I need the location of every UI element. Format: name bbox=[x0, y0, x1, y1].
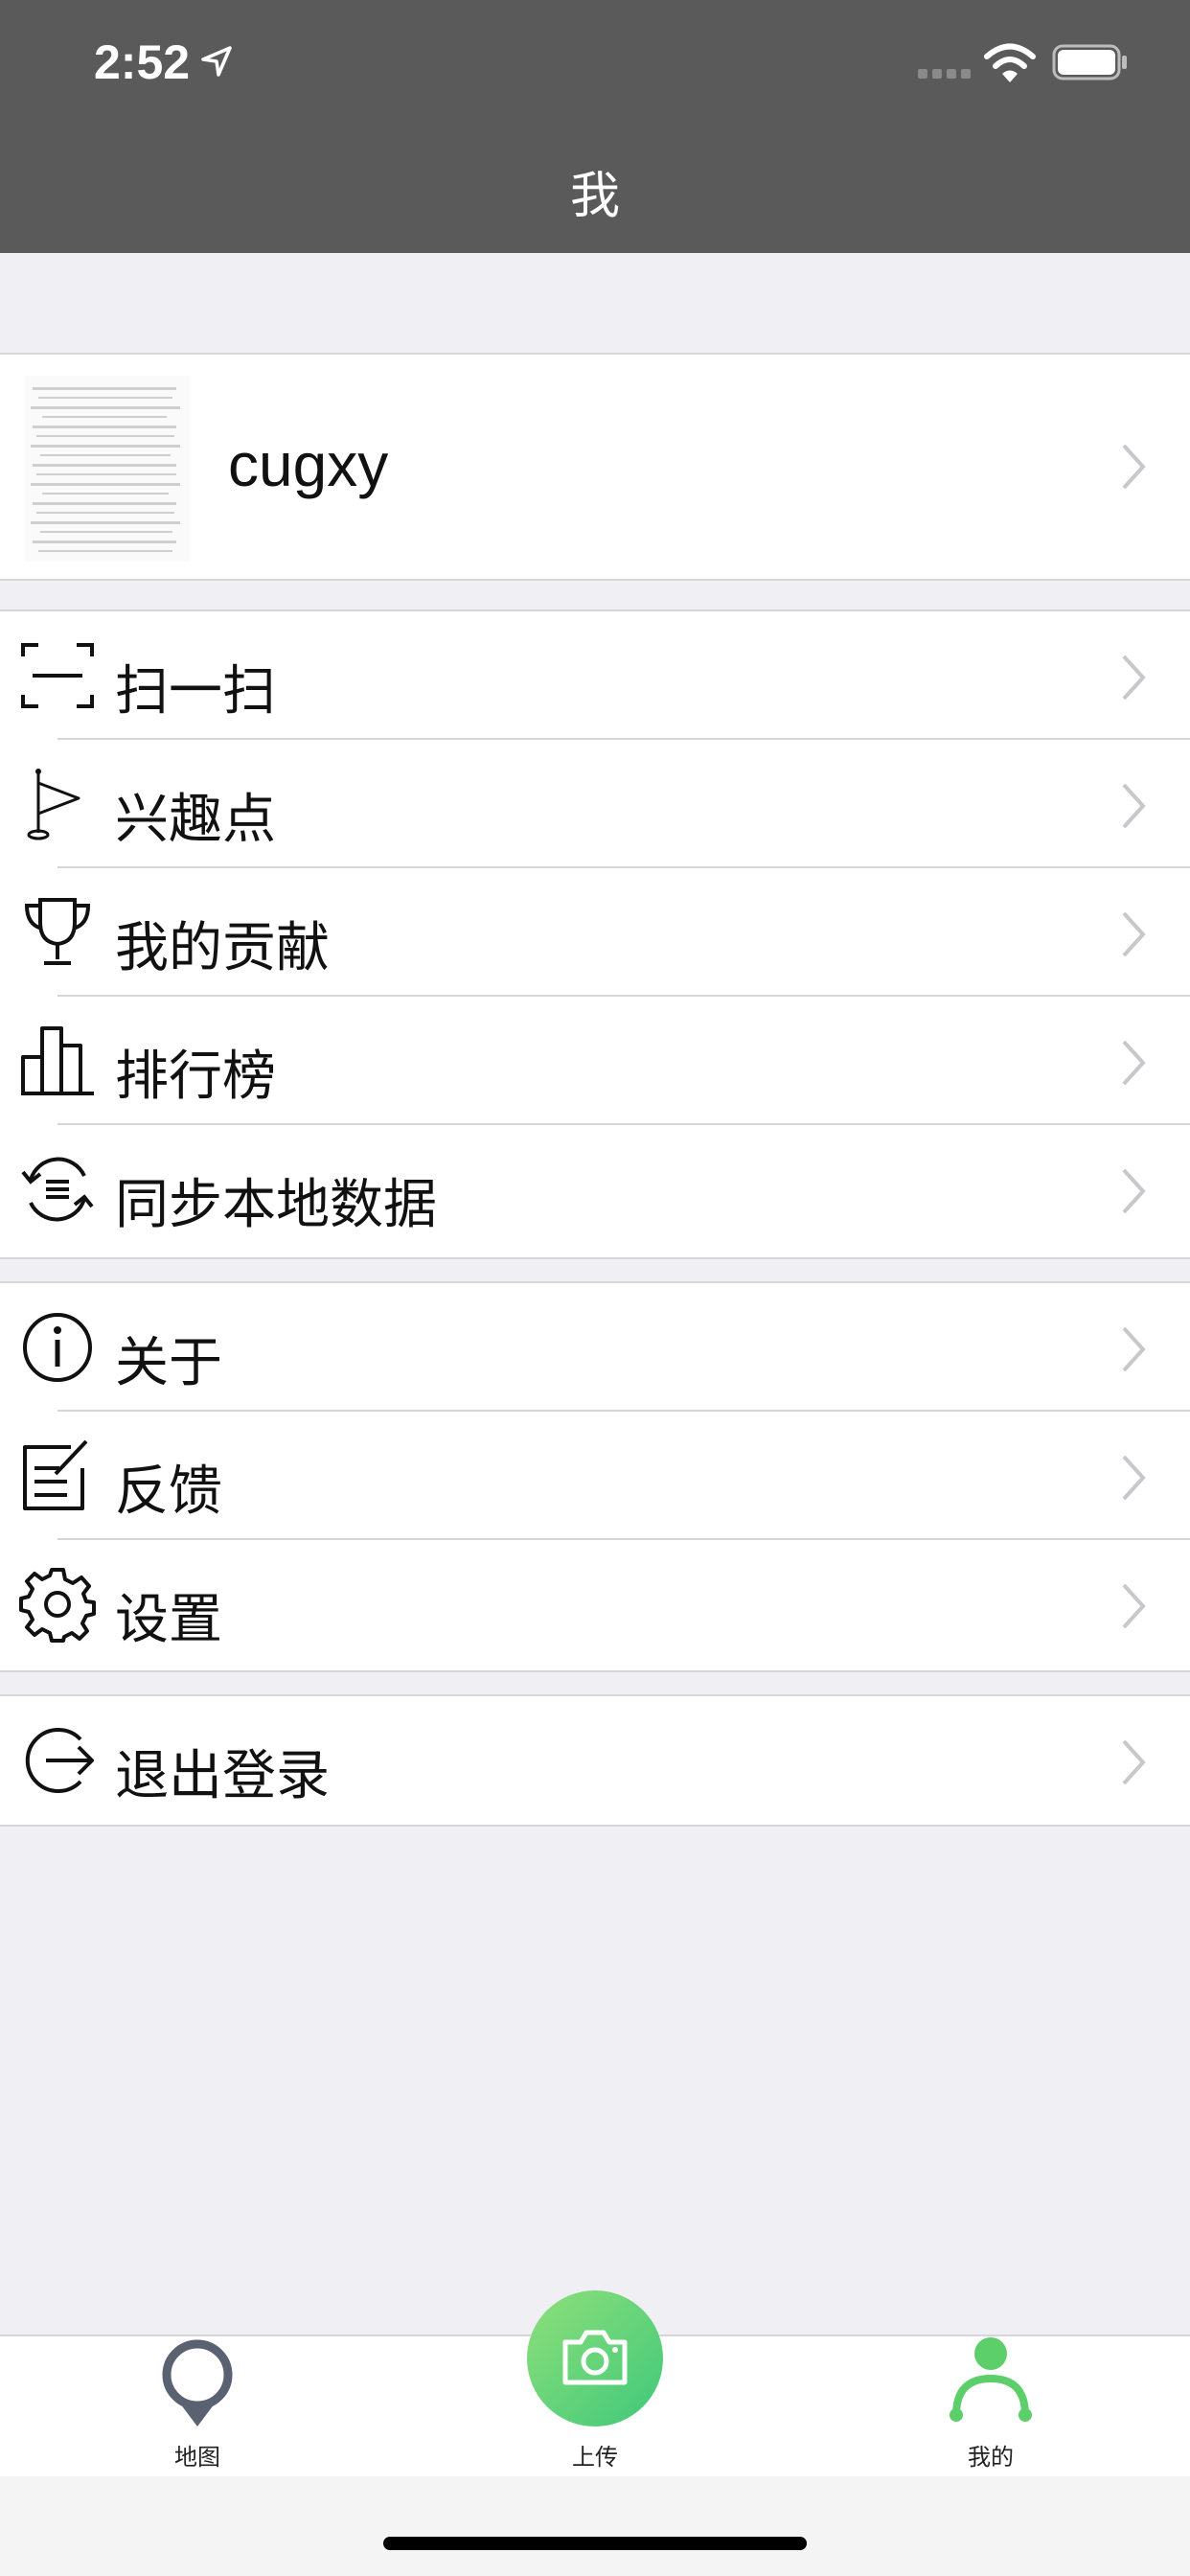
home-indicator-area bbox=[0, 2476, 1190, 2576]
chevron-right-icon bbox=[1122, 1326, 1146, 1372]
chevron-right-icon bbox=[1122, 1040, 1146, 1086]
trophy-icon bbox=[24, 898, 91, 965]
menu-item-settings[interactable]: 设置 bbox=[0, 1540, 1190, 1668]
profile-card[interactable]: cugxy bbox=[0, 353, 1190, 581]
page-title: 我 bbox=[569, 168, 620, 225]
wifi-icon bbox=[984, 43, 1036, 82]
chevron-right-icon bbox=[1122, 911, 1146, 957]
status-time: 2:52 bbox=[94, 35, 191, 89]
menu-item-poi[interactable]: 兴趣点 bbox=[0, 740, 1190, 868]
menu-item-label: 反馈 bbox=[115, 1460, 222, 1523]
avatar bbox=[25, 376, 190, 562]
username: cugxy bbox=[228, 430, 389, 499]
feedback-icon bbox=[23, 1439, 88, 1510]
battery-icon bbox=[1052, 44, 1127, 80]
avatar-image-icon bbox=[31, 387, 180, 552]
menu-item-label: 关于 bbox=[115, 1332, 222, 1394]
menu-group-account: 退出登录 bbox=[0, 1694, 1190, 1827]
menu-item-label: 退出登录 bbox=[115, 1745, 330, 1807]
user-icon bbox=[950, 2337, 1032, 2422]
menu-item-label: 排行榜 bbox=[115, 1046, 276, 1108]
status-bar: 2:52 bbox=[0, 0, 1190, 126]
menu-item-label: 同步本地数据 bbox=[115, 1174, 437, 1236]
menu-group-app: 关于 反馈 设置 bbox=[0, 1281, 1190, 1672]
menu-item-feedback[interactable]: 反馈 bbox=[0, 1412, 1190, 1540]
chevron-right-icon bbox=[1122, 1739, 1146, 1785]
menu-item-about[interactable]: 关于 bbox=[0, 1283, 1190, 1412]
tab-mine[interactable]: 我的 bbox=[847, 2336, 1134, 2478]
chevron-right-icon bbox=[1122, 1583, 1146, 1629]
camera-icon bbox=[562, 2330, 628, 2385]
info-icon bbox=[23, 1313, 92, 1382]
tab-label: 上传 bbox=[572, 2444, 618, 2471]
logout-icon bbox=[25, 1728, 94, 1793]
menu-item-label: 兴趣点 bbox=[115, 789, 276, 851]
menu-item-scan[interactable]: 扫一扫 bbox=[0, 611, 1190, 740]
map-pin-icon bbox=[162, 2339, 233, 2426]
menu-item-label: 我的贡献 bbox=[115, 917, 330, 979]
profile-row[interactable]: cugxy bbox=[0, 355, 1190, 579]
sync-icon bbox=[21, 1157, 94, 1222]
location-arrow-icon bbox=[201, 46, 232, 77]
chevron-right-icon bbox=[1122, 655, 1146, 701]
chevron-right-icon bbox=[1122, 1168, 1146, 1214]
menu-item-logout[interactable]: 退出登录 bbox=[0, 1696, 1190, 1825]
navigation-bar: 我 bbox=[0, 126, 1190, 253]
bar-chart-icon bbox=[21, 1026, 94, 1095]
cellular-signal-icon bbox=[918, 69, 971, 79]
home-indicator[interactable] bbox=[383, 2537, 807, 2550]
upload-button[interactable] bbox=[527, 2290, 663, 2426]
tab-map[interactable]: 地图 bbox=[54, 2336, 341, 2478]
tab-label: 我的 bbox=[968, 2444, 1014, 2471]
scan-icon bbox=[21, 643, 94, 708]
menu-item-contributions[interactable]: 我的贡献 bbox=[0, 868, 1190, 997]
chevron-right-icon bbox=[1122, 1455, 1146, 1501]
menu-item-sync-data[interactable]: 同步本地数据 bbox=[0, 1125, 1190, 1254]
chevron-right-icon bbox=[1122, 444, 1146, 490]
gear-icon bbox=[19, 1568, 96, 1643]
menu-item-label: 扫一扫 bbox=[115, 660, 276, 723]
chevron-right-icon bbox=[1122, 783, 1146, 829]
menu-group-features: 扫一扫 兴趣点 我的贡献 排行榜 同步本地数据 bbox=[0, 610, 1190, 1259]
menu-item-label: 设置 bbox=[115, 1589, 222, 1651]
flag-icon bbox=[27, 769, 80, 840]
menu-item-leaderboard[interactable]: 排行榜 bbox=[0, 997, 1190, 1125]
tab-label: 地图 bbox=[174, 2444, 220, 2471]
